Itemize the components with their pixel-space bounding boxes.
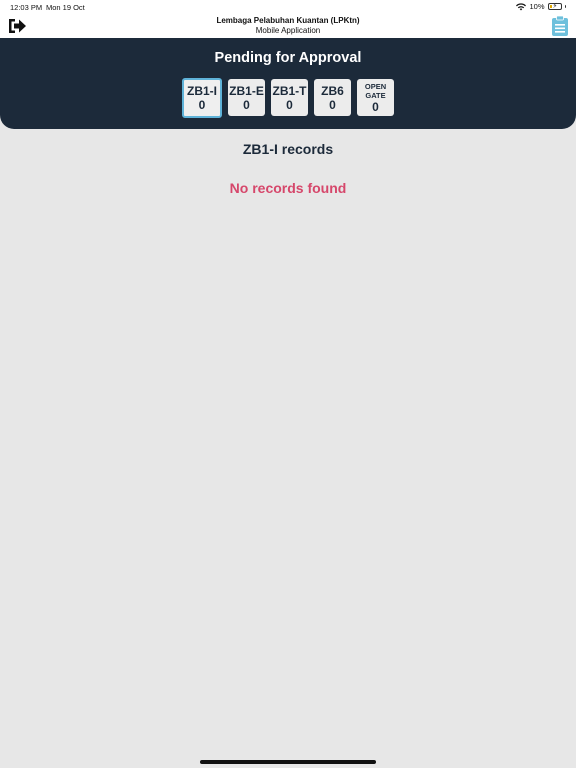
charging-bolt-icon: ⚡ [552, 3, 558, 10]
status-time: 12:03 PM [10, 3, 43, 12]
category-tabs: ZB1-I 0 ZB1-E 0 ZB1-T 0 ZB6 0 OPEN GATE … [0, 77, 576, 118]
battery-icon: ⚡ [547, 3, 562, 10]
app-subtitle: Mobile Application [255, 26, 321, 35]
pending-heading: Pending for Approval [214, 50, 362, 66]
tab-label-line2: GATE [365, 90, 386, 100]
status-bar: 12:03 PM Mon 19 Oct 10% ⚡ [0, 0, 576, 14]
tab-zb1-i[interactable]: ZB1-I 0 [182, 77, 222, 118]
status-right: 10% ⚡ [516, 2, 566, 11]
home-indicator[interactable] [200, 760, 376, 764]
pending-header: Pending for Approval ZB1-I 0 ZB1-E 0 ZB1… [0, 38, 576, 129]
app-bar: Lembaga Pelabuhan Kuantan (LPKtn) Mobile… [0, 14, 576, 38]
tab-count: 0 [329, 97, 336, 112]
tab-zb1-t[interactable]: ZB1-T 0 [271, 79, 308, 116]
app-title-block: Lembaga Pelabuhan Kuantan (LPKtn) Mobile… [0, 16, 576, 36]
tab-label-line1: OPEN [364, 81, 387, 91]
tab-count: 0 [286, 97, 293, 112]
battery-tip [564, 5, 566, 8]
tab-zb1-e[interactable]: ZB1-E 0 [228, 79, 265, 116]
empty-message: No records found [229, 180, 347, 196]
battery-percent: 10% [529, 2, 545, 11]
tab-label: ZB1-I [187, 83, 217, 98]
tab-count: 0 [372, 99, 379, 114]
tab-label: ZB1-E [229, 83, 264, 98]
tab-count: 0 [243, 97, 250, 112]
tab-label: ZB1-T [272, 83, 307, 98]
tab-zb6[interactable]: ZB6 0 [314, 79, 351, 116]
tab-count: 0 [198, 97, 206, 112]
records-title: ZB1-I records [242, 141, 334, 157]
clipboard-icon[interactable] [551, 15, 569, 37]
tab-label: ZB6 [321, 83, 344, 98]
status-date: Mon 19 Oct [46, 3, 85, 12]
wifi-icon [516, 2, 527, 10]
tab-open-gate[interactable]: OPEN GATE 0 [357, 79, 394, 116]
app-title: Lembaga Pelabuhan Kuantan (LPKtn) [216, 16, 360, 25]
